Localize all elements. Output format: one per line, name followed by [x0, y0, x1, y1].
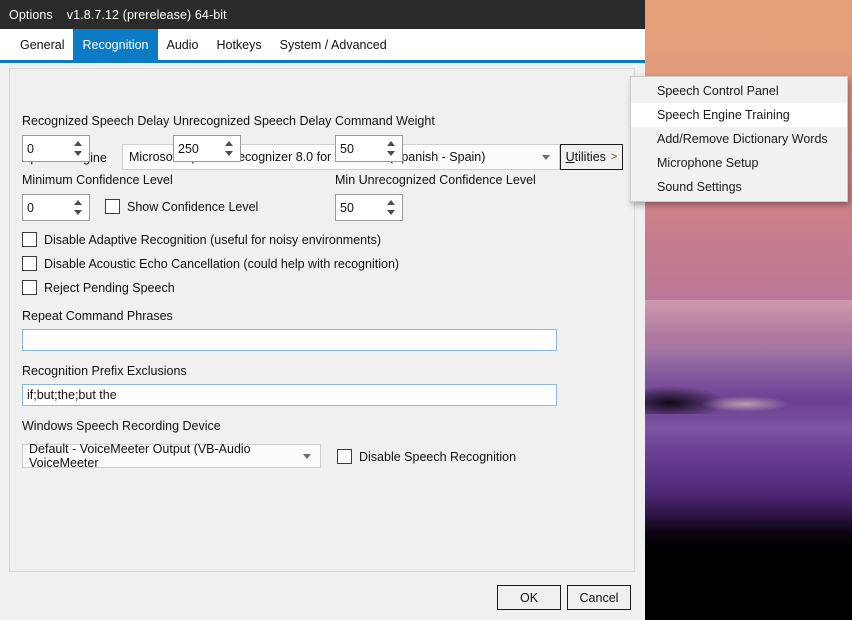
- menu-item-add-remove-dictionary-words[interactable]: Add/Remove Dictionary Words: [631, 127, 847, 151]
- spinner-up-icon[interactable]: [74, 141, 82, 146]
- checkbox-icon[interactable]: [22, 232, 37, 247]
- min-unrecognized-confidence-value: 50: [340, 200, 354, 215]
- ok-button-label: OK: [519, 590, 539, 605]
- utilities-button[interactable]: Utilities >: [560, 144, 623, 170]
- checkbox-icon[interactable]: [22, 256, 37, 271]
- recognition-prefix-exclusions-label: Recognition Prefix Exclusions: [22, 364, 187, 378]
- repeat-command-phrases-label: Repeat Command Phrases: [22, 309, 173, 323]
- recognized-speech-delay-spinner[interactable]: 0: [22, 135, 90, 162]
- tab-audio[interactable]: Audio: [158, 29, 208, 60]
- spinner-up-icon[interactable]: [74, 200, 82, 205]
- spinner-arrows[interactable]: [385, 136, 397, 161]
- unrecognized-speech-delay-label: Unrecognized Speech Delay: [173, 114, 332, 128]
- disable-speech-recognition-label: Disable Speech Recognition: [359, 449, 517, 464]
- chevron-right-icon: >: [610, 151, 618, 163]
- unrecognized-speech-delay-value: 250: [178, 141, 199, 156]
- recognition-prefix-exclusions-value: if;but;the;but the: [27, 388, 117, 402]
- spinner-down-icon[interactable]: [225, 151, 233, 156]
- options-dialog: Options v1.8.7.12 (prerelease) 64-bit Ge…: [0, 0, 645, 620]
- command-weight-label: Command Weight: [335, 114, 435, 128]
- recognition-prefix-exclusions-input[interactable]: if;but;the;but the: [22, 384, 557, 406]
- disable-acoustic-echo-cancellation-checkbox[interactable]: Disable Acoustic Echo Cancellation (coul…: [22, 256, 399, 271]
- chevron-down-icon: [303, 454, 311, 459]
- tab-hotkeys[interactable]: Hotkeys: [207, 29, 270, 60]
- repeat-command-phrases-input[interactable]: [22, 329, 557, 351]
- screen: Options v1.8.7.12 (prerelease) 64-bit Ge…: [0, 0, 852, 620]
- cancel-button[interactable]: Cancel: [567, 585, 631, 610]
- spinner-arrows[interactable]: [72, 195, 84, 220]
- spinner-arrows[interactable]: [223, 136, 235, 161]
- disable-adaptive-recognition-checkbox[interactable]: Disable Adaptive Recognition (useful for…: [22, 232, 381, 247]
- menu-item-speech-engine-training[interactable]: Speech Engine Training: [631, 103, 847, 127]
- spinner-up-icon[interactable]: [225, 141, 233, 146]
- unrecognized-speech-delay-spinner[interactable]: 250: [173, 135, 241, 162]
- show-confidence-level-label: Show Confidence Level: [127, 199, 259, 214]
- spinner-up-icon[interactable]: [387, 141, 395, 146]
- spinner-arrows[interactable]: [385, 195, 397, 220]
- show-confidence-level-checkbox[interactable]: Show Confidence Level: [105, 199, 258, 214]
- tab-strip: General Recognition Audio Hotkeys System…: [0, 29, 645, 63]
- window-version: v1.8.7.12 (prerelease) 64-bit: [66, 7, 227, 22]
- checkbox-icon[interactable]: [22, 280, 37, 295]
- menu-item-sound-settings[interactable]: Sound Settings: [631, 175, 847, 199]
- utilities-button-accesskey: U: [565, 150, 575, 164]
- reject-pending-speech-checkbox[interactable]: Reject Pending Speech: [22, 280, 175, 295]
- chevron-down-icon: [542, 155, 550, 160]
- spinner-down-icon[interactable]: [74, 151, 82, 156]
- tab-general[interactable]: General: [11, 29, 73, 60]
- wallpaper-horizon-sheen: [645, 300, 852, 340]
- checkbox-icon[interactable]: [337, 449, 352, 464]
- disable-adaptive-recognition-label: Disable Adaptive Recognition (useful for…: [44, 232, 381, 247]
- menu-item-speech-control-panel[interactable]: Speech Control Panel: [631, 79, 847, 103]
- windows-speech-recording-device-label: Windows Speech Recording Device: [22, 419, 221, 433]
- cancel-button-label: Cancel: [579, 590, 619, 605]
- utilities-menu: Speech Control Panel Speech Engine Train…: [630, 76, 848, 202]
- disable-acoustic-echo-cancellation-label: Disable Acoustic Echo Cancellation (coul…: [44, 256, 400, 271]
- spinner-down-icon[interactable]: [387, 151, 395, 156]
- wallpaper-water-glint: [700, 396, 790, 412]
- checkbox-icon[interactable]: [105, 199, 120, 214]
- menu-item-microphone-setup[interactable]: Microphone Setup: [631, 151, 847, 175]
- minimum-confidence-label: Minimum Confidence Level: [22, 173, 173, 187]
- recognition-panel: Speech Engine Microsoft Speech Recognize…: [9, 68, 635, 572]
- spinner-arrows[interactable]: [72, 136, 84, 161]
- tab-recognition[interactable]: Recognition: [73, 29, 158, 60]
- spinner-down-icon[interactable]: [74, 210, 82, 215]
- min-unrecognized-confidence-spinner[interactable]: 50: [335, 194, 403, 221]
- recognized-speech-delay-label: Recognized Speech Delay: [22, 114, 170, 128]
- spinner-up-icon[interactable]: [387, 200, 395, 205]
- spinner-down-icon[interactable]: [387, 210, 395, 215]
- ok-button[interactable]: OK: [497, 585, 561, 610]
- command-weight-value: 50: [340, 141, 354, 156]
- windows-speech-recording-device-combobox[interactable]: Default - VoiceMeeter Output (VB-Audio V…: [22, 442, 321, 470]
- min-unrecognized-confidence-label: Min Unrecognized Confidence Level: [335, 173, 536, 187]
- utilities-button-label: tilities: [574, 150, 606, 164]
- windows-speech-recording-device-value: Default - VoiceMeeter Output (VB-Audio V…: [29, 442, 251, 470]
- minimum-confidence-value: 0: [27, 200, 34, 215]
- window-title: Options: [9, 7, 53, 22]
- minimum-confidence-spinner[interactable]: 0: [22, 194, 90, 221]
- command-weight-spinner[interactable]: 50: [335, 135, 403, 162]
- recognized-speech-delay-value: 0: [27, 141, 34, 156]
- disable-speech-recognition-checkbox[interactable]: Disable Speech Recognition: [337, 449, 516, 464]
- title-bar: Options v1.8.7.12 (prerelease) 64-bit: [0, 0, 645, 29]
- tab-system-advanced[interactable]: System / Advanced: [271, 29, 396, 60]
- reject-pending-speech-label: Reject Pending Speech: [44, 280, 175, 295]
